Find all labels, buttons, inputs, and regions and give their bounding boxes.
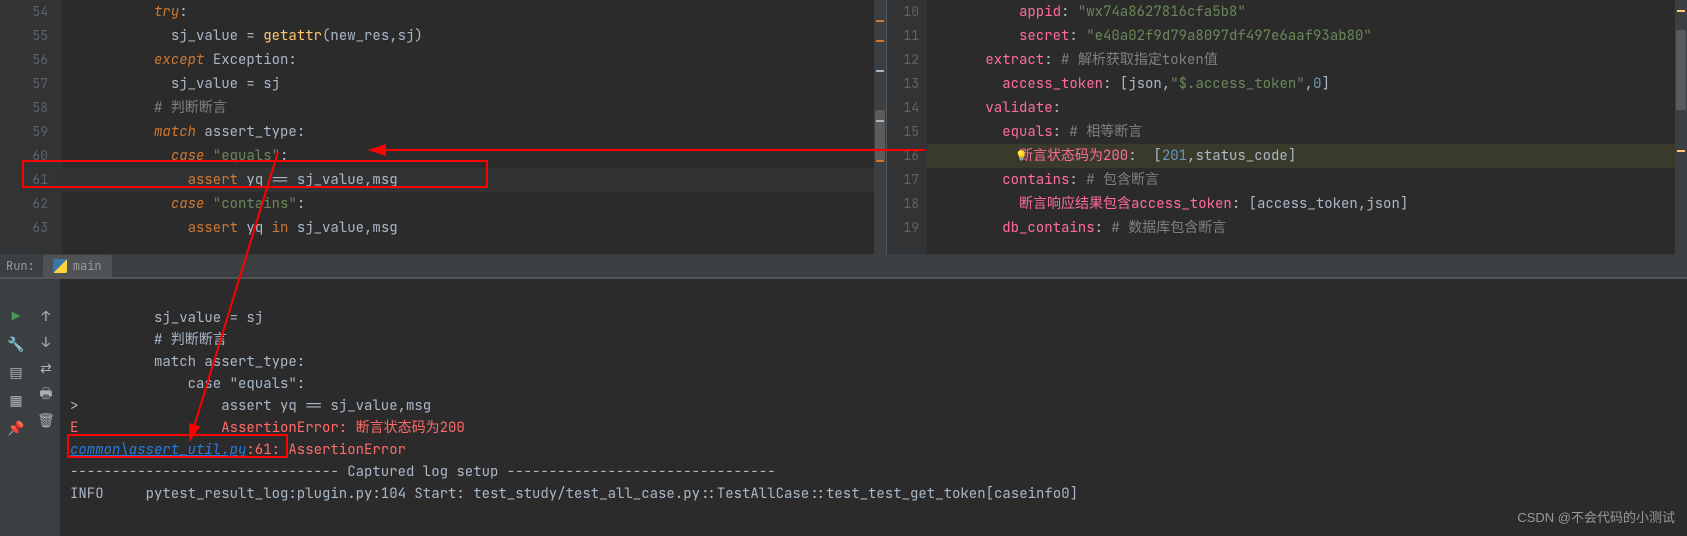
yaml-line[interactable]: secret: "e40a02f9d79a8097df497e6aaf93ab8… xyxy=(927,24,1687,48)
run-toolbar-right: ↑ ↓ ⇄ 🖶 🗑 xyxy=(32,279,60,536)
console-line: -------------------------------- Capture… xyxy=(70,461,1687,483)
code-line[interactable]: assert yq == sj_value,msg xyxy=(62,168,886,192)
trash-icon[interactable]: 🗑 xyxy=(38,413,54,429)
python-icon xyxy=(53,259,67,273)
console-line: INFO pytest_result_log:plugin.py:104 Sta… xyxy=(70,483,1687,505)
line-gutter-left: 54555657585960616263 xyxy=(0,0,62,254)
scrollbar-left[interactable] xyxy=(874,0,886,254)
console-line: # 判断断言 xyxy=(70,329,1687,351)
up-icon[interactable]: ↑ xyxy=(38,309,54,325)
yaml-line[interactable]: 断言响应结果包含access_token: [access_token,json… xyxy=(927,192,1687,216)
console-line: common\assert_util.py:61: AssertionError xyxy=(70,439,1687,461)
run-tab-main[interactable]: main xyxy=(43,255,112,277)
right-code-editor[interactable]: 10111213141516171819 appid: "wx74a862781… xyxy=(886,0,1687,254)
console-output[interactable]: sj_value = sj # 判断断言 match assert_type: … xyxy=(60,279,1687,536)
code-line[interactable]: sj_value = sj xyxy=(62,72,886,96)
pin-icon[interactable]: 📌 xyxy=(8,421,24,437)
yaml-line[interactable]: db_contains: # 数据库包含断言 xyxy=(927,216,1687,240)
yaml-line[interactable]: equals: # 相等断言 xyxy=(927,120,1687,144)
code-line[interactable]: except Exception: xyxy=(62,48,886,72)
rerun-icon[interactable]: ▶ xyxy=(8,309,24,325)
console-line: match assert_type: xyxy=(70,351,1687,373)
wrap-icon[interactable]: ⇄ xyxy=(38,361,54,377)
down-icon[interactable]: ↓ xyxy=(38,335,54,351)
line-gutter-right: 10111213141516171819 xyxy=(887,0,927,254)
traceback-link[interactable]: common\assert_util.py xyxy=(70,441,246,459)
console-line: > assert yq == sj_value,msg xyxy=(70,395,1687,417)
run-toolbar-left: ▶ 🔧 ▤ ▦ 📌 xyxy=(0,279,32,536)
console-line: sj_value = sj xyxy=(70,307,1687,329)
yaml-line[interactable]: access_token: [json,"$.access_token",0] xyxy=(927,72,1687,96)
code-line[interactable]: case "equals": xyxy=(62,144,886,168)
code-area-right[interactable]: appid: "wx74a8627816cfa5b8" secret: "e40… xyxy=(927,0,1687,254)
run-panel-header: Run: main xyxy=(0,254,1687,278)
scrollbar-right[interactable] xyxy=(1675,0,1687,254)
yaml-line[interactable]: 💡断言状态码为200: [201,status_code] xyxy=(927,144,1687,168)
stack-icon[interactable]: ▤ xyxy=(8,365,24,381)
layout-icon[interactable]: ▦ xyxy=(8,393,24,409)
yaml-line[interactable]: appid: "wx74a8627816cfa5b8" xyxy=(927,0,1687,24)
code-line[interactable]: assert yq in sj_value,msg xyxy=(62,216,886,240)
console-line: E AssertionError: 断言状态码为200 xyxy=(70,417,1687,439)
yaml-line[interactable]: extract: # 解析获取指定token值 xyxy=(927,48,1687,72)
console-line: case "equals": xyxy=(70,373,1687,395)
yaml-line[interactable]: contains: # 包含断言 xyxy=(927,168,1687,192)
print-icon[interactable]: 🖶 xyxy=(38,387,54,403)
yaml-line[interactable]: validate: xyxy=(927,96,1687,120)
watermark: CSDN @不会代码的小测试 xyxy=(1517,507,1675,526)
left-code-editor[interactable]: 54555657585960616263 try: sj_value = get… xyxy=(0,0,886,254)
code-line[interactable]: case "contains": xyxy=(62,192,886,216)
code-line[interactable]: try: xyxy=(62,0,886,24)
code-line[interactable]: match assert_type: xyxy=(62,120,886,144)
code-line[interactable]: sj_value = getattr(new_res,sj) xyxy=(62,24,886,48)
wrench-icon[interactable]: 🔧 xyxy=(8,337,24,353)
code-line[interactable]: # 判断断言 xyxy=(62,96,886,120)
run-label: Run: xyxy=(6,258,35,274)
code-area-left[interactable]: try: sj_value = getattr(new_res,sj) exce… xyxy=(62,0,886,254)
